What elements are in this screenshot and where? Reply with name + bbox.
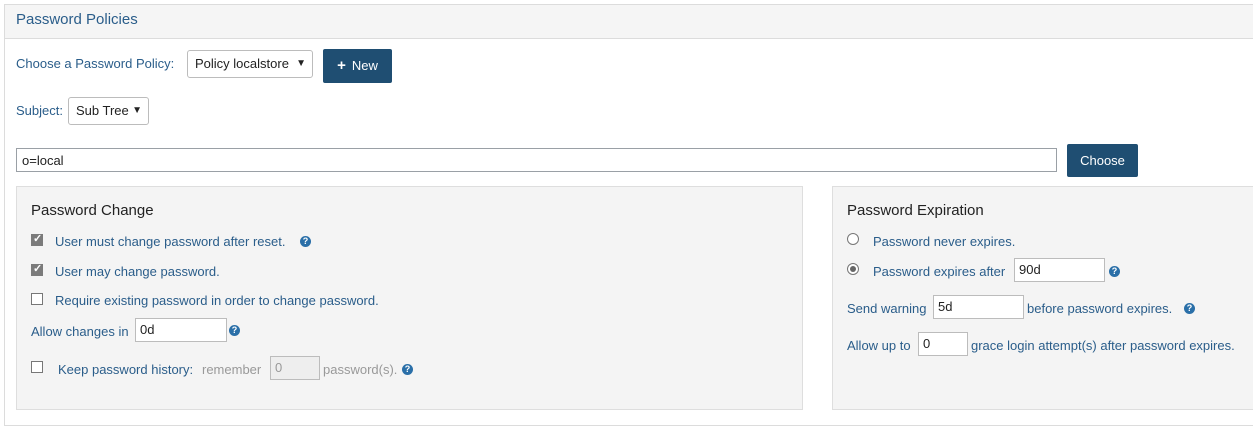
choose-button[interactable]: Choose	[1067, 144, 1138, 177]
require-existing-checkbox[interactable]	[31, 293, 43, 305]
password-change-title: Password Change	[31, 202, 154, 219]
new-policy-button[interactable]: + New	[323, 49, 392, 83]
password-change-panel: Password Change User must change passwor…	[16, 186, 803, 410]
send-warning-label: Send warning	[847, 301, 927, 316]
page-header: Password Policies	[5, 5, 1253, 39]
subject-label: Subject:	[16, 103, 63, 118]
send-warning-input[interactable]: 5d	[933, 295, 1024, 319]
grace-attempts-input[interactable]: 0	[918, 332, 968, 356]
subject-select-value: Sub Tree	[76, 103, 129, 118]
plus-icon: +	[337, 57, 346, 74]
grace-suffix: grace login attempt(s) after password ex…	[971, 338, 1235, 353]
never-expires-radio[interactable]	[847, 233, 859, 245]
password-expiration-panel: Password Expiration Password never expir…	[832, 186, 1253, 410]
expires-after-input[interactable]: 90d	[1014, 258, 1105, 282]
policy-select-value: Policy localstore	[195, 56, 289, 71]
help-icon[interactable]: ?	[300, 236, 311, 247]
help-icon[interactable]: ?	[1109, 266, 1120, 277]
password-history-checkbox[interactable]	[31, 361, 43, 373]
password-expiration-title: Password Expiration	[847, 202, 984, 219]
password-history-label: Keep password history:	[58, 362, 194, 377]
policy-label: Choose a Password Policy:	[16, 56, 175, 71]
expires-after-label: Password expires after	[873, 264, 1006, 279]
policy-select[interactable]: Policy localstore ▼	[187, 50, 313, 78]
new-button-label: New	[351, 58, 378, 73]
password-history-remember-label: remember	[202, 362, 262, 377]
password-policies-panel: Password Policies Choose a Password Poli…	[4, 4, 1253, 426]
grace-label: Allow up to	[847, 338, 911, 353]
must-change-after-reset-label: User must change password after reset.	[55, 234, 286, 249]
allow-changes-label: Allow changes in	[31, 324, 129, 339]
password-history-count-input[interactable]: 0	[270, 356, 320, 380]
may-change-checkbox[interactable]	[31, 262, 43, 276]
expires-after-radio[interactable]	[847, 263, 859, 275]
password-history-suffix: password(s).	[323, 362, 398, 377]
chevron-down-icon: ▼	[132, 105, 142, 116]
dn-input[interactable]: o=local	[16, 148, 1057, 172]
never-expires-label: Password never expires.	[873, 234, 1016, 249]
may-change-label: User may change password.	[55, 264, 220, 279]
page-title: Password Policies	[16, 11, 138, 28]
subject-select[interactable]: Sub Tree ▼	[68, 97, 149, 125]
must-change-after-reset-checkbox[interactable]	[31, 232, 43, 246]
send-warning-suffix: before password expires.	[1027, 301, 1173, 316]
help-icon[interactable]: ?	[229, 325, 240, 336]
help-icon[interactable]: ?	[402, 364, 413, 375]
chevron-down-icon: ▼	[296, 58, 306, 69]
help-icon[interactable]: ?	[1184, 303, 1195, 314]
allow-changes-input[interactable]: 0d	[135, 318, 227, 342]
require-existing-label: Require existing password in order to ch…	[55, 293, 379, 308]
